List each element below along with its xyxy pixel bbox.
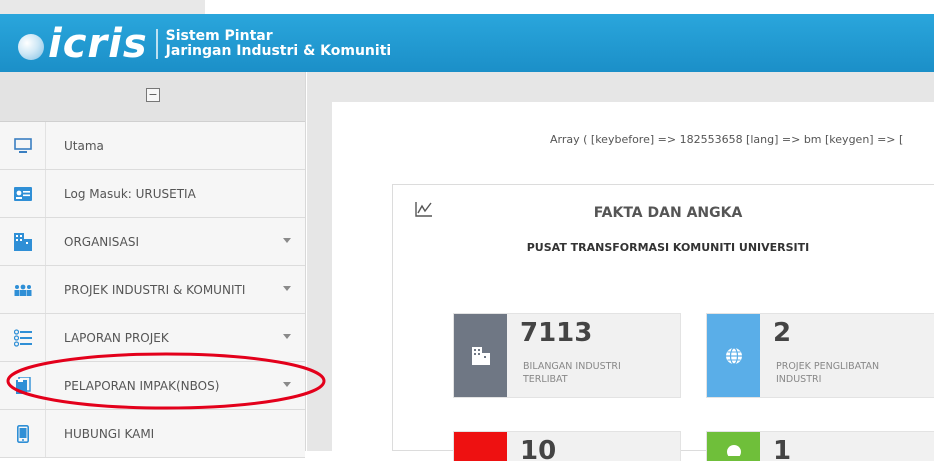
card-subtitle: PUSAT TRANSFORMASI KOMUNITI UNIVERSITI <box>526 241 810 254</box>
sidebar-item-label: LAPORAN PROJEK <box>64 330 169 345</box>
sidebar-item-label: ORGANISASI <box>64 234 140 249</box>
phone-icon <box>0 410 46 457</box>
sidebar-item-label: Utama <box>64 138 104 153</box>
sidebar-item-label: HUBUNGI KAMI <box>64 426 155 441</box>
clipboard-icon <box>0 362 46 409</box>
stat-industri[interactable]: 7113 BILANGAN INDUSTRI TERLIBAT <box>453 313 681 398</box>
stat-value: 7113 <box>520 318 593 348</box>
collapse-sidebar-button[interactable]: − <box>146 88 160 102</box>
brand-name: icris <box>48 21 148 67</box>
stat-value: 1 <box>773 436 792 466</box>
stat-icon-box <box>454 432 507 461</box>
sidebar-item-label: PROJEK INDUSTRI & KOMUNITI <box>64 282 246 297</box>
monitor-icon <box>0 122 46 169</box>
sidebar-item-label: Log Masuk: URUSETIA <box>64 186 196 201</box>
chevron-down-icon <box>283 286 291 291</box>
stat-projek[interactable]: 2 PROJEK PENGLIBATAN INDUSTRI <box>706 313 934 398</box>
building-icon <box>0 218 46 265</box>
chevron-down-icon <box>283 382 291 387</box>
stat-icon-box <box>454 314 507 397</box>
sidebar-item-log-masuk[interactable]: Log Masuk: URUSETIA <box>0 170 305 218</box>
circle-icon <box>726 444 741 456</box>
stat-third[interactable]: 10 <box>453 431 681 466</box>
stat-label: BILANGAN INDUSTRI TERLIBAT <box>523 361 621 385</box>
list-icon <box>0 314 46 361</box>
stat-value: 10 <box>520 436 557 466</box>
sidebar-item-laporan-projek[interactable]: LAPORAN PROJEK <box>0 314 305 362</box>
sidebar-item-label: PELAPORAN IMPAK(NBOS) <box>64 378 220 393</box>
stat-fourth[interactable]: 1 <box>706 431 934 466</box>
chevron-down-icon <box>283 334 291 339</box>
sidebar-item-projek-industri[interactable]: PROJEK INDUSTRI & KOMUNITI <box>0 266 305 314</box>
stat-value: 2 <box>773 318 792 348</box>
stat-label: PROJEK PENGLIBATAN INDUSTRI <box>776 361 880 385</box>
app-logo[interactable]: icris Sistem Pintar Jaringan Industri & … <box>18 24 391 64</box>
tagline-line-1: Sistem Pintar <box>165 28 273 44</box>
group-icon <box>0 266 46 313</box>
stat-icon-box <box>707 314 760 397</box>
browser-top-strip <box>0 0 934 14</box>
globe-icon <box>725 346 742 365</box>
tagline: Sistem Pintar Jaringan Industri & Komuni… <box>166 29 392 59</box>
stat-icon-box <box>707 432 760 461</box>
logo-divider <box>155 29 158 59</box>
sidebar-item-organisasi[interactable]: ORGANISASI <box>0 218 305 266</box>
debug-array-text: Array ( [keybefore] => 182553658 [lang] … <box>550 133 904 146</box>
app-header: icris Sistem Pintar Jaringan Industri & … <box>0 14 934 72</box>
card-title: FAKTA DAN ANGKA <box>593 205 743 221</box>
content-panel: Array ( [keybefore] => 182553658 [lang] … <box>332 102 934 466</box>
globe-logo-icon <box>18 34 44 60</box>
sidebar-collapse-bar: − <box>0 72 305 122</box>
sidebar-item-utama[interactable]: Utama <box>0 122 305 170</box>
chevron-down-icon <box>283 238 291 243</box>
browser-tab[interactable] <box>0 0 205 14</box>
building-icon <box>471 346 490 365</box>
main-content: Array ( [keybefore] => 182553658 [lang] … <box>307 72 934 466</box>
id-card-icon <box>0 170 46 217</box>
facts-card: FAKTA DAN ANGKA PUSAT TRANSFORMASI KOMUN… <box>392 184 934 466</box>
tagline-line-2: Jaringan Industri & Komuniti <box>165 43 392 59</box>
sidebar-item-pelaporan-impak[interactable]: PELAPORAN IMPAK(NBOS) <box>0 362 305 410</box>
sidebar: − Utama Log Masuk: URUSETIA ORGANISASI P… <box>0 72 306 458</box>
